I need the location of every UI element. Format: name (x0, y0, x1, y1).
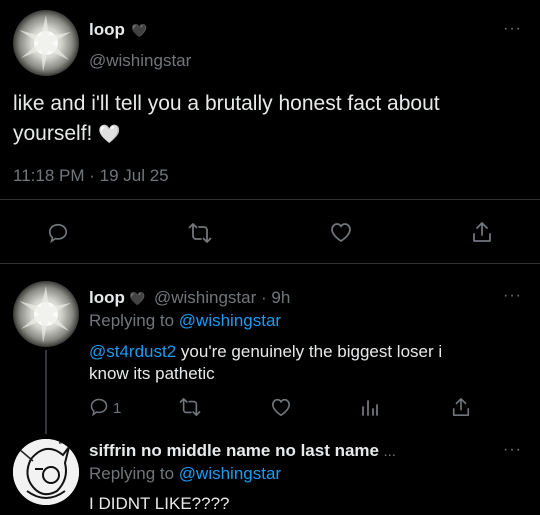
display-name[interactable]: loop (89, 20, 125, 39)
replying-to: Replying to @wishingstar (89, 311, 281, 331)
retweet-icon[interactable] (188, 222, 212, 244)
post-text-line1: like and i'll tell you a brutally honest… (13, 92, 440, 115)
avatar[interactable] (13, 281, 79, 347)
replying-to: Replying to @wishingstar (89, 464, 281, 484)
name-ellipsis: ... (383, 443, 396, 460)
replying-prefix: Replying to (89, 311, 179, 330)
post-text-line2: yourself! (13, 122, 93, 145)
display-name[interactable]: siffrin no middle name no last name (89, 441, 379, 460)
more-icon[interactable]: ··· (503, 441, 522, 459)
reply-header: loop 🖤 @wishingstar · 9h (89, 288, 290, 308)
more-icon[interactable]: ··· (503, 287, 522, 305)
replying-prefix: Replying to (89, 464, 179, 483)
post-timestamp[interactable]: 11:18 PM · 19 Jul 25 (13, 166, 169, 186)
post-text: like and i'll tell you a brutally honest… (13, 89, 528, 149)
reply-count: 1 (113, 400, 122, 417)
views-icon[interactable] (361, 397, 379, 417)
like-icon[interactable] (270, 397, 292, 417)
divider (0, 199, 540, 200)
handle-and-time[interactable]: @wishingstar · 9h (154, 288, 290, 307)
share-icon[interactable] (471, 220, 493, 244)
display-name[interactable]: loop (89, 288, 125, 307)
mention-link[interactable]: @st4rdust2 (89, 342, 176, 361)
thread-line (45, 350, 47, 434)
reply-text-line1: you're genuinely the biggest loser i (176, 342, 443, 361)
heart-emoji: 🖤 (129, 291, 146, 306)
heart-emoji: 🖤 (131, 23, 148, 38)
more-icon[interactable]: ··· (503, 20, 522, 38)
reply-text: @st4rdust2 you're genuinely the biggest … (89, 341, 442, 385)
heart-emoji: 🤍 (98, 124, 121, 144)
reply-header: siffrin no middle name no last name ... (89, 441, 396, 461)
reply-text: I DIDNT LIKE???? (89, 494, 230, 513)
divider (0, 263, 540, 264)
retweet-icon[interactable] (179, 397, 201, 417)
post-author-name[interactable]: loop 🖤 (89, 20, 148, 40)
reply-text-line2: know its pathetic (89, 364, 215, 383)
replying-handle[interactable]: @wishingstar (179, 311, 281, 330)
share-icon[interactable] (451, 396, 471, 418)
like-icon[interactable] (329, 221, 353, 243)
replying-handle[interactable]: @wishingstar (179, 464, 281, 483)
reply-icon[interactable] (89, 397, 109, 417)
reply-icon[interactable] (47, 222, 69, 244)
avatar[interactable] (13, 10, 79, 76)
post-handle[interactable]: @wishingstar (89, 51, 191, 71)
avatar[interactable] (13, 439, 79, 505)
